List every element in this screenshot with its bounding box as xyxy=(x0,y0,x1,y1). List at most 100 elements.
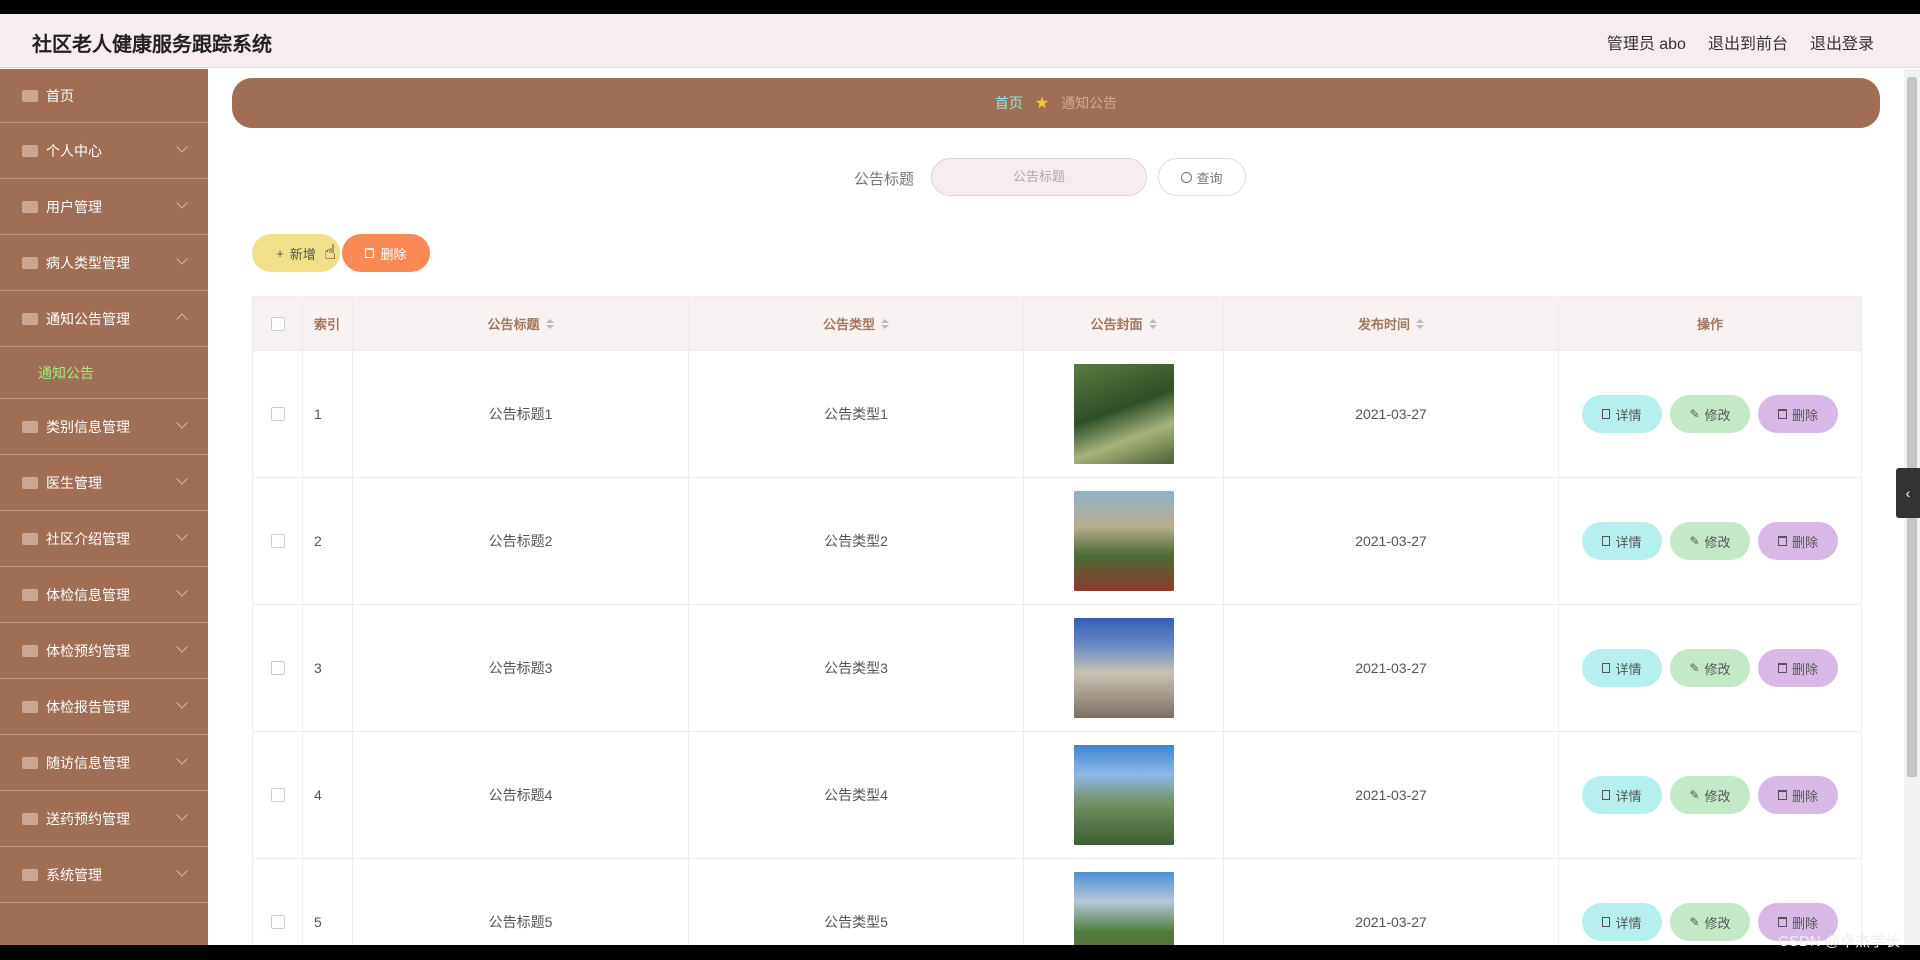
checkbox-icon[interactable] xyxy=(270,915,285,929)
detail-button[interactable]: 详情 xyxy=(1582,776,1662,814)
row-select[interactable] xyxy=(253,605,303,731)
checkbox-icon[interactable] xyxy=(270,534,285,548)
cover-image[interactable] xyxy=(1073,745,1174,845)
sidebar-item-checkup-report[interactable]: 体检报告管理 xyxy=(0,679,208,735)
sort-icon[interactable] xyxy=(1416,318,1424,329)
edit-button[interactable]: ✎ 修改 xyxy=(1670,903,1750,941)
admin-user-link[interactable]: 管理员 abo xyxy=(1607,30,1686,54)
row-title: 公告标题5 xyxy=(353,859,689,945)
header-title[interactable]: 公告标题 xyxy=(353,297,689,350)
add-button-label: 新增 xyxy=(289,246,316,262)
sort-icon[interactable] xyxy=(881,318,889,329)
sidebar-item-home[interactable]: 首页 xyxy=(0,69,208,123)
detail-label: 详情 xyxy=(1615,407,1642,423)
sidebar-item-users[interactable]: 用户管理 xyxy=(0,179,208,235)
edit-button[interactable]: ✎ 修改 xyxy=(1670,649,1750,687)
chevron-down-icon xyxy=(176,865,188,877)
sidebar-item-label: 首页 xyxy=(46,87,74,104)
doctor-icon xyxy=(22,476,38,489)
chevron-left-icon: ‹ xyxy=(1905,485,1911,501)
sidebar-item-label: 系统管理 xyxy=(46,866,102,883)
exit-to-front-link[interactable]: 退出到前台 xyxy=(1708,30,1788,54)
checkbox-icon[interactable] xyxy=(270,407,285,421)
sidebar-item-label: 体检信息管理 xyxy=(46,586,130,603)
row-delete-button[interactable]: 删除 xyxy=(1758,649,1838,687)
table-row: 4 公告标题4 公告类型4 2021-03-27 详情 ✎ 修改 删除 xyxy=(253,732,1861,859)
plus-icon: + xyxy=(276,245,284,261)
search-button-label: 查询 xyxy=(1196,170,1223,186)
sidebar-item-personal[interactable]: 个人中心 xyxy=(0,123,208,179)
sidebar-item-checkup-booking[interactable]: 体检预约管理 xyxy=(0,623,208,679)
sort-icon[interactable] xyxy=(1148,318,1157,329)
crop-icon xyxy=(22,588,38,601)
search-button[interactable]: 查询 xyxy=(1158,158,1246,196)
row-index: 4 xyxy=(303,732,353,858)
sidebar-item-system[interactable]: 系统管理 xyxy=(0,847,208,903)
row-time: 2021-03-27 xyxy=(1224,605,1559,731)
edit-label: 修改 xyxy=(1704,534,1731,550)
edit-button[interactable]: ✎ 修改 xyxy=(1670,776,1750,814)
cover-image[interactable] xyxy=(1073,618,1174,718)
cover-image[interactable] xyxy=(1073,364,1174,464)
table-row: 2 公告标题2 公告类型2 2021-03-27 详情 ✎ 修改 删除 xyxy=(253,478,1861,605)
search-label: 公告标题 xyxy=(854,171,915,188)
row-select[interactable] xyxy=(253,478,303,604)
header-select-all[interactable] xyxy=(253,297,303,350)
detail-button[interactable]: 详情 xyxy=(1582,903,1662,941)
detail-button[interactable]: 详情 xyxy=(1582,395,1662,433)
detail-button[interactable]: 详情 xyxy=(1582,522,1662,560)
edit-label: 修改 xyxy=(1704,788,1731,804)
search-input[interactable]: 公告标题 xyxy=(931,158,1147,196)
logout-link[interactable]: 退出登录 xyxy=(1810,30,1874,54)
row-select[interactable] xyxy=(253,859,303,945)
row-cover xyxy=(1024,351,1224,477)
monitor-icon xyxy=(22,256,38,269)
sidebar-item-doctor[interactable]: 医生管理 xyxy=(0,455,208,511)
sidebar-item-followup[interactable]: 随访信息管理 xyxy=(0,735,208,791)
header-type[interactable]: 公告类型 xyxy=(689,297,1024,350)
row-select[interactable] xyxy=(253,732,303,858)
cover-image[interactable] xyxy=(1073,491,1174,591)
sidebar-item-community[interactable]: 社区介绍管理 xyxy=(0,511,208,567)
power-icon xyxy=(22,812,38,825)
cover-image[interactable] xyxy=(1073,872,1174,945)
row-select[interactable] xyxy=(253,351,303,477)
collapse-handle[interactable]: ‹ xyxy=(1896,468,1920,518)
sidebar-item-checkup-info[interactable]: 体检信息管理 xyxy=(0,567,208,623)
row-delete-button[interactable]: 删除 xyxy=(1758,395,1838,433)
breadcrumb-current: 通知公告 xyxy=(1061,95,1118,111)
sidebar-item-notice[interactable]: 通知公告管理 xyxy=(0,291,208,347)
detail-button[interactable]: 详情 xyxy=(1582,649,1662,687)
sidebar-item-label: 用户管理 xyxy=(46,198,102,215)
delete-button[interactable]: 删除 xyxy=(342,234,430,272)
breadcrumb-home[interactable]: 首页 xyxy=(995,93,1023,113)
document-icon xyxy=(1602,663,1611,673)
sidebar: 首页 个人中心 用户管理 病人类型管理 通知公告管理 通知公告 类别信息管理 医… xyxy=(0,69,208,945)
header-cover[interactable]: 公告封面 xyxy=(1024,297,1224,350)
checkbox-icon[interactable] xyxy=(270,788,285,802)
row-actions: 详情 ✎ 修改 删除 xyxy=(1559,351,1861,477)
edit-button[interactable]: ✎ 修改 xyxy=(1670,395,1750,433)
sidebar-item-category[interactable]: 类别信息管理 xyxy=(0,399,208,455)
sort-icon[interactable] xyxy=(545,318,554,329)
sidebar-subitem-notice[interactable]: 通知公告 xyxy=(0,347,208,399)
checkbox-icon[interactable] xyxy=(270,316,285,331)
sidebar-item-label: 体检报告管理 xyxy=(46,698,130,715)
header-title-label: 公告标题 xyxy=(487,317,540,332)
sidebar-item-label: 医生管理 xyxy=(46,474,102,491)
scrollbar-thumb[interactable] xyxy=(1907,77,1917,777)
checkbox-icon[interactable] xyxy=(270,661,285,675)
delete-button-label: 删除 xyxy=(380,246,407,262)
trash-icon xyxy=(1777,536,1787,546)
edit-button[interactable]: ✎ 修改 xyxy=(1670,522,1750,560)
star-icon: ★ xyxy=(1034,95,1050,112)
user-icon xyxy=(22,144,38,157)
sidebar-item-patient-type[interactable]: 病人类型管理 xyxy=(0,235,208,291)
row-time: 2021-03-27 xyxy=(1224,478,1559,604)
row-delete-button[interactable]: 删除 xyxy=(1758,522,1838,560)
chevron-down-icon xyxy=(176,473,188,485)
table-row: 1 公告标题1 公告类型1 2021-03-27 详情 ✎ 修改 删除 xyxy=(253,351,1861,478)
row-delete-button[interactable]: 删除 xyxy=(1758,776,1838,814)
sidebar-item-medicine[interactable]: 送药预约管理 xyxy=(0,791,208,847)
header-time[interactable]: 发布时间 xyxy=(1224,297,1559,350)
